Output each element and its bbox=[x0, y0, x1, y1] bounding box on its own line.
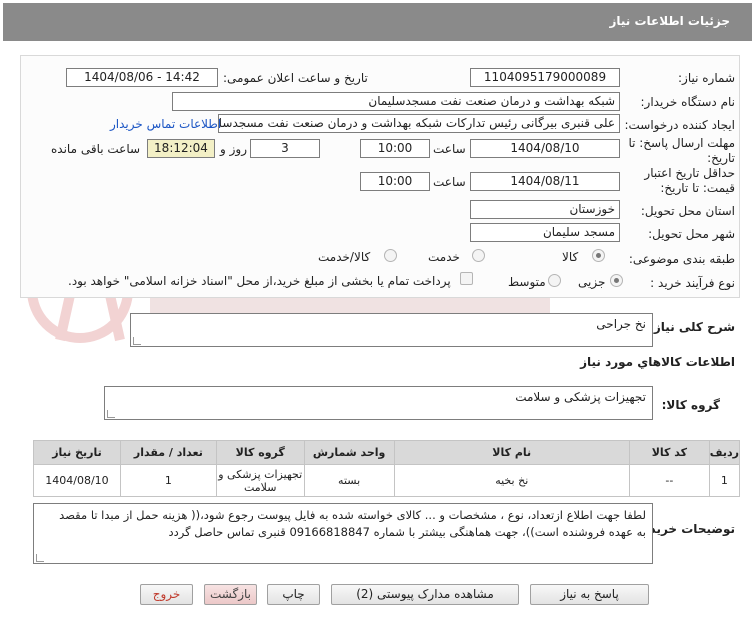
category-radio-service[interactable] bbox=[472, 249, 485, 262]
buyer-notes-textarea[interactable]: لطفا جهت اطلاع ازتعداد، نوع ، مشخصات و .… bbox=[33, 503, 653, 564]
need-number-label: شماره نیاز: bbox=[678, 71, 735, 85]
validity-label: حداقل تاریخ اعتبار bbox=[644, 166, 735, 180]
page-title: جزئیات اطلاعات نیاز bbox=[609, 14, 730, 28]
exit-button[interactable]: خروج bbox=[140, 584, 193, 605]
items-table: ردیف کد کالا نام کالا واحد شمارش گروه کا… bbox=[33, 440, 741, 497]
col-header-row-num: ردیف bbox=[708, 440, 741, 465]
col-header-date: تاریخ نیاز bbox=[33, 440, 121, 465]
category-option-both: کالا/خدمت bbox=[318, 250, 371, 264]
cell-row-num: 1 bbox=[708, 464, 741, 497]
col-header-group: گروه کالا bbox=[215, 440, 305, 465]
deadline-label-2: تاریخ: bbox=[707, 151, 735, 165]
process-radio-minor[interactable] bbox=[610, 274, 623, 287]
description-textarea[interactable]: نخ جراحی bbox=[130, 313, 653, 347]
col-header-qty: تعداد / مقدار bbox=[119, 440, 217, 465]
creator-field: علی قنبری بیرگانی رئیس تدارکات شبکه بهدا… bbox=[218, 114, 620, 133]
resize-handle-icon[interactable] bbox=[133, 337, 141, 345]
category-option-service: خدمت bbox=[428, 250, 460, 264]
page-header: جزئیات اطلاعات نیاز bbox=[3, 3, 752, 41]
deadline-date-field: 1404/08/10 bbox=[470, 139, 620, 158]
col-header-unit: واحد شمارش bbox=[303, 440, 395, 465]
buyer-org-field: شبکه بهداشت و درمان صنعت نفت مسجدسلیمان bbox=[172, 92, 620, 111]
goods-group-textarea[interactable]: تجهیزات پزشکی و سلامت bbox=[104, 386, 653, 420]
attachments-button[interactable]: مشاهده مدارک پیوستی (2) bbox=[331, 584, 519, 605]
description-text: نخ جراحی bbox=[596, 317, 646, 331]
process-option-medium: متوسط bbox=[508, 275, 546, 289]
treasury-note: پرداخت تمام یا بخشی از مبلغ خرید،از محل … bbox=[68, 274, 451, 288]
process-option-minor: جزیی bbox=[578, 275, 606, 289]
validity-date-field: 1404/08/11 bbox=[470, 172, 620, 191]
resize-handle-icon[interactable] bbox=[107, 410, 115, 418]
resize-handle-icon[interactable] bbox=[36, 554, 44, 562]
back-button[interactable]: بازگشت bbox=[204, 584, 257, 605]
reply-button[interactable]: پاسخ به نیاز bbox=[530, 584, 649, 605]
deadline-label: مهلت ارسال پاسخ: تا bbox=[628, 136, 735, 150]
cell-unit: بسته bbox=[303, 464, 395, 497]
province-field: خوزستان bbox=[470, 200, 620, 219]
process-radio-medium[interactable] bbox=[548, 274, 561, 287]
remaining-label: ساعت باقی مانده bbox=[51, 142, 141, 156]
cell-date: 1404/08/10 bbox=[33, 464, 121, 497]
validity-time-field: 10:00 bbox=[360, 172, 430, 191]
cell-code: -- bbox=[628, 464, 710, 497]
col-header-name: نام کالا bbox=[393, 440, 630, 465]
treasury-checkbox[interactable] bbox=[460, 272, 473, 285]
city-field: مسجد سلیمان bbox=[470, 223, 620, 242]
goods-group-label: گروه کالا: bbox=[661, 398, 720, 412]
deadline-time-field: 10:00 bbox=[360, 139, 430, 158]
process-label: نوع فرآیند خرید : bbox=[650, 276, 735, 290]
col-header-code: کد کالا bbox=[628, 440, 710, 465]
category-label: طبقه بندی موضوعی: bbox=[628, 252, 735, 266]
remaining-time-field: 18:12:04 bbox=[147, 139, 215, 158]
category-option-goods: کالا bbox=[562, 250, 579, 264]
category-radio-both[interactable] bbox=[384, 249, 397, 262]
city-label: شهر محل تحویل: bbox=[648, 227, 735, 241]
buyer-org-label: نام دستگاه خریدار: bbox=[640, 95, 736, 109]
province-label: استان محل تحویل: bbox=[640, 204, 735, 218]
buyer-notes-line-2: به عهده فروشنده است))، جهت هماهنگی بیشتر… bbox=[168, 525, 646, 539]
cell-group: تجهیزات پزشکی و سلامت bbox=[215, 464, 305, 497]
category-radio-goods[interactable] bbox=[592, 249, 605, 262]
cell-name: نخ بخیه bbox=[393, 464, 630, 497]
days-field: 3 bbox=[250, 139, 320, 158]
announce-field: 1404/08/06 - 14:42 bbox=[66, 68, 218, 87]
table-header-row: ردیف کد کالا نام کالا واحد شمارش گروه کا… bbox=[33, 440, 741, 465]
buyer-contact-link[interactable]: اطلاعات تماس خریدار bbox=[110, 117, 221, 131]
description-label: شرح کلی نیاز: bbox=[649, 320, 735, 334]
buyer-notes-line-1: لطفا جهت اطلاع ازتعداد، نوع ، مشخصات و .… bbox=[59, 508, 646, 522]
need-number-field: 1104095179000089 bbox=[470, 68, 620, 87]
cell-qty: 1 bbox=[119, 464, 217, 497]
validity-label-2: قیمت: تا تاریخ: bbox=[660, 181, 735, 195]
creator-label: ایجاد کننده درخواست: bbox=[624, 118, 735, 132]
deadline-time-label: ساعت bbox=[433, 142, 466, 156]
goods-group-text: تجهیزات پزشکی و سلامت bbox=[515, 390, 646, 404]
table-row[interactable]: 1 -- نخ بخیه بسته تجهیزات پزشکی و سلامت … bbox=[33, 464, 741, 497]
days-label: روز و bbox=[220, 142, 247, 156]
validity-time-label: ساعت bbox=[433, 175, 466, 189]
announce-label: تاریخ و ساعت اعلان عمومی: bbox=[223, 71, 368, 85]
print-button[interactable]: چاپ bbox=[267, 584, 320, 605]
goods-section-title: اطلاعات کالاهاي مورد نیاز bbox=[580, 355, 735, 369]
